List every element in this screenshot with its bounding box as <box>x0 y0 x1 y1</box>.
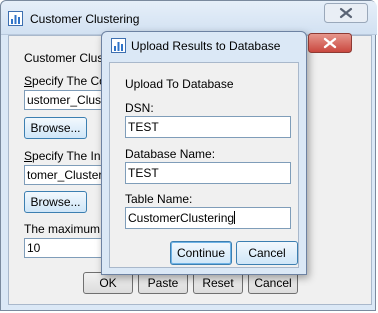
app-icon <box>111 38 126 53</box>
database-name-label: Database Name: <box>125 147 216 161</box>
close-icon[interactable] <box>308 33 352 53</box>
cancel-button[interactable]: Cancel <box>236 241 298 265</box>
upload-results-dialog: Upload Results to Database Upload To Dat… <box>101 31 352 275</box>
specify-co-first: S <box>24 74 33 88</box>
database-name-field[interactable]: TEST <box>125 162 291 184</box>
specify-co-label: Specify The Co <box>24 74 106 88</box>
specify-co-rest: pecify The Co <box>32 74 106 88</box>
table-name-value: CustomerClustering <box>128 211 235 225</box>
model-name-label: Customer Clus <box>24 51 104 65</box>
paste-button[interactable]: Paste <box>138 272 188 294</box>
specify-input-label: Specify The Inp <box>24 149 107 163</box>
table-name-field[interactable]: CustomerClustering <box>125 207 291 229</box>
cancel-button-parent[interactable]: Cancel <box>248 272 298 294</box>
reset-button[interactable]: Reset <box>193 272 243 294</box>
dialog-title: Upload Results to Database <box>131 39 281 53</box>
close-icon[interactable] <box>324 3 368 23</box>
browse-button-1[interactable]: Browse... <box>24 117 87 139</box>
window-title: Customer Clustering <box>30 12 140 26</box>
dialog-client-area: Upload To Database DSN: TEST Database Na… <box>109 62 299 268</box>
browse-button-2[interactable]: Browse... <box>24 191 87 213</box>
text-cursor <box>234 211 236 224</box>
ok-button[interactable]: OK <box>83 272 133 294</box>
specify-in-first: S <box>24 149 33 163</box>
dsn-label: DSN: <box>125 101 154 115</box>
maximum-label: The maximum <box>24 222 101 236</box>
continue-button[interactable]: Continue <box>170 241 232 265</box>
table-name-label: Table Name: <box>125 192 193 206</box>
app-icon <box>8 11 23 26</box>
dsn-field[interactable]: TEST <box>125 116 291 138</box>
maximum-field[interactable]: 10 <box>24 238 104 258</box>
section-label: Upload To Database <box>125 77 234 91</box>
specify-in-rest: pecify The Inp <box>32 149 108 163</box>
